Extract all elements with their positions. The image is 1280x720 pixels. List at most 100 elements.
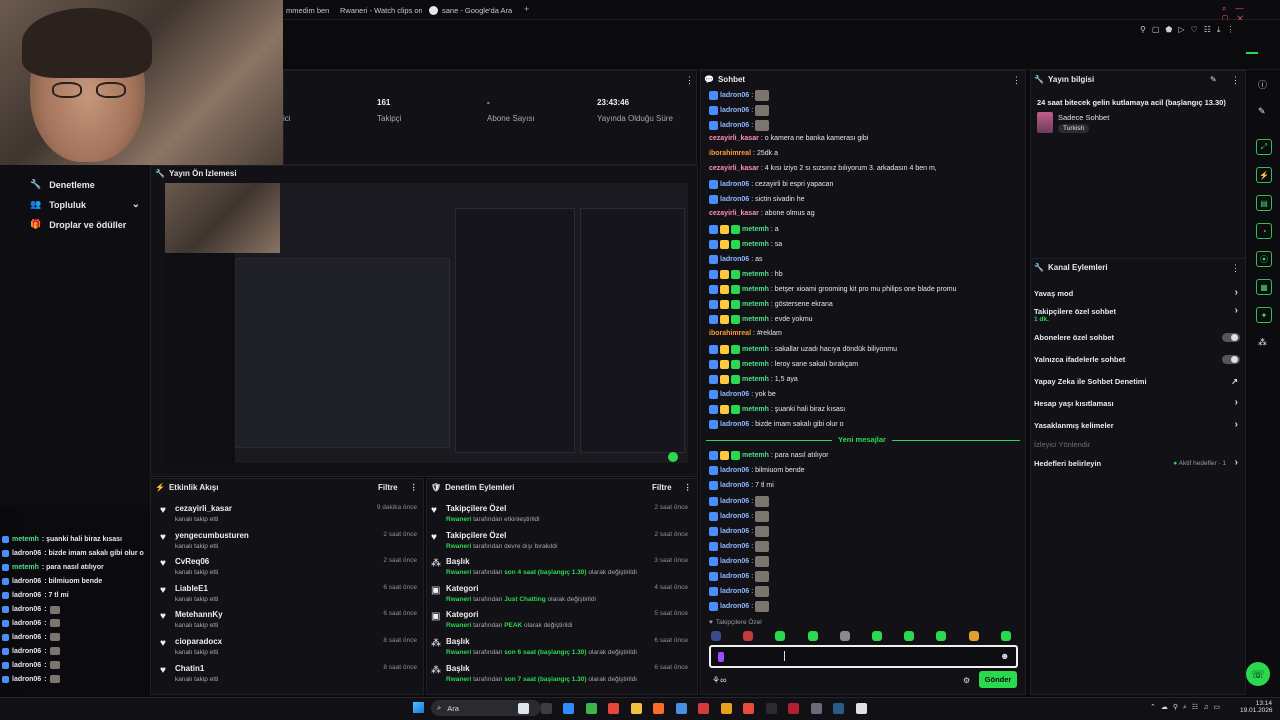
chat-message[interactable]: metemh: evde yokmu <box>709 315 813 324</box>
emote-picker-icon[interactable] <box>968 631 979 641</box>
steam-icon[interactable] <box>833 703 844 714</box>
stats-menu-icon[interactable]: ⋮ <box>685 75 694 86</box>
file-icon[interactable]: ▤ <box>1256 195 1272 211</box>
emote-picker-icon[interactable] <box>1000 631 1011 641</box>
chat-username[interactable]: ladron06 <box>720 467 749 474</box>
chat-message[interactable]: metemh:1,5 aya <box>709 375 798 384</box>
chat-username[interactable]: ladron06 <box>720 256 749 263</box>
chat-username[interactable]: ladron06 <box>720 421 749 428</box>
opera-icon[interactable] <box>788 703 799 714</box>
activity-row[interactable]: ♥ yengecumbusturen kanalı takip etti 2 saat… <box>160 531 422 557</box>
chat-username[interactable]: ladron06 <box>720 603 749 610</box>
chat-username[interactable]: metemh <box>742 406 769 413</box>
info-menu-icon[interactable]: ⋮ <box>1231 75 1240 86</box>
wrench-icon[interactable]: ✦ <box>1256 307 1272 323</box>
expand-icon[interactable]: ⤢ <box>1256 139 1272 155</box>
app-icon[interactable] <box>698 703 709 714</box>
emote-picker-icon[interactable] <box>711 631 721 641</box>
microphone-icon[interactable] <box>718 652 724 662</box>
chat-username[interactable]: metemh <box>742 316 769 323</box>
chat-username[interactable]: metemh <box>742 452 769 459</box>
chat-message[interactable]: cezayirli_kasar:4 kısı iziyo 2 sı sızsın… <box>709 165 937 172</box>
chat-message[interactable]: metemh: sa <box>709 240 782 249</box>
chat-message[interactable]: metemh: betşer xioami grooming kit pro mu… <box>709 285 957 294</box>
browser-toolbar-icons[interactable]: ⚲▢⬟▷♡☷⤓⋮ <box>1140 25 1240 35</box>
chat-message[interactable]: cezayirli_kasar: abone olmus ag <box>709 210 815 217</box>
channel-action-row[interactable]: Yapay Zeka ile Sohbet Denetimi ↗ <box>1034 377 1242 391</box>
chat-message[interactable]: metemh: sakallar uzadı hacıya döndük bili… <box>709 345 897 354</box>
mod-filter-button[interactable]: Filtre ⋮ <box>652 483 692 492</box>
system-tray[interactable]: ⌃☁⚲⌕☷♫▭ <box>1150 703 1225 712</box>
chrome-icon[interactable] <box>585 703 597 714</box>
chat-username[interactable]: ladron06 <box>720 196 749 203</box>
mod-action-row[interactable]: ⁂ Başlık Rwaneri tarafından son 6 saat (ba… <box>431 637 693 663</box>
chat-message[interactable]: cezayirli_kasar: o kamera ne banka kamera… <box>709 135 868 142</box>
browser-tab[interactable]: sane - Google'da Ara <box>429 3 519 17</box>
chat-message[interactable]: ladron06: <box>709 601 770 612</box>
mod-action-row[interactable]: ⁂ Başlık Rwaneri tarafından son 7 saat (ba… <box>431 664 693 690</box>
chat-username[interactable]: metemh <box>742 271 769 278</box>
chat-username[interactable]: metemh <box>742 226 769 233</box>
app-icon[interactable] <box>608 703 619 714</box>
app-icon[interactable] <box>675 703 687 714</box>
edge-icon[interactable] <box>563 703 574 714</box>
chat-username[interactable]: iborahimreal <box>709 150 751 157</box>
chat-username[interactable]: ladron06 <box>720 588 749 595</box>
emote-picker-icon[interactable] <box>872 631 882 641</box>
stream-preview-video[interactable] <box>165 183 688 475</box>
channel-action-row[interactable]: Hesap yaşı kısıtlaması › <box>1034 397 1242 413</box>
chat-message[interactable]: metemh: göstersene ekrana <box>709 300 833 309</box>
chat-message[interactable]: iborahimreal: #reklam <box>709 330 782 337</box>
chat-username[interactable]: metemh <box>742 361 769 368</box>
chat-message[interactable]: metemh: leroy sane sakalı bırakçam <box>709 360 858 369</box>
chat-message[interactable]: ladron06: <box>709 586 770 597</box>
chat-message[interactable]: metemh: hb <box>709 270 783 279</box>
emote-picker-icon[interactable] <box>807 631 818 641</box>
chat-message[interactable]: ladron06: yok be <box>709 390 776 399</box>
bolt-icon[interactable]: ⚡ <box>1256 167 1272 183</box>
chat-username[interactable]: ladron06 <box>720 181 749 188</box>
chat-username[interactable]: ladron06 <box>720 107 749 114</box>
chat-bubble-icon[interactable]: ◔ <box>1256 223 1272 239</box>
app-icon[interactable] <box>653 703 664 714</box>
mod-action-row[interactable]: ▣ Kategori Rwaneri tarafından Just Chattin… <box>431 584 693 610</box>
chat-message[interactable]: ladron06: <box>709 90 770 101</box>
chat-username[interactable]: cezayirli_kasar <box>709 135 759 142</box>
mod-action-row[interactable]: ♥ Takipçilere Özel Rwaneri tarafından devr… <box>431 531 693 557</box>
toggle-switch[interactable] <box>1222 355 1240 364</box>
explorer-icon[interactable] <box>630 703 642 714</box>
chat-message[interactable]: metemh: şuanki hali biraz kısası <box>709 405 845 414</box>
chat-username[interactable]: ladron06 <box>720 573 749 580</box>
support-chat-icon[interactable]: ☏ <box>1246 662 1270 686</box>
chat-message[interactable]: ladron06: <box>709 571 770 582</box>
emote-picker-icon[interactable] <box>936 631 947 641</box>
pencil-icon[interactable]: ✎ <box>1258 106 1266 117</box>
activity-row[interactable]: ♥ LiableE1 kanalı takip etti 6 saat önce <box>160 584 422 610</box>
chat-username[interactable]: metemh <box>742 286 769 293</box>
activity-row[interactable]: ♥ cezayirli_kasar kanalı takip etti 9 dakik… <box>160 504 422 530</box>
activity-row[interactable]: ♥ cioparadocx kanalı takip etti 8 saat önce <box>160 637 422 663</box>
mod-action-row[interactable]: ♥ Takipçilere Özel Rwaneri tarafından etki… <box>431 504 693 530</box>
chat-username[interactable]: metemh <box>742 346 769 353</box>
app-icon[interactable] <box>765 703 777 714</box>
users-icon[interactable]: ⁂ <box>1258 337 1267 348</box>
nav-item-moderation[interactable]: 🔧 Denetleme <box>30 179 95 190</box>
chat-settings-icon[interactable]: ⚙ <box>963 676 970 685</box>
chat-message[interactable]: ladron06: <box>709 120 770 131</box>
chat-username[interactable]: metemh <box>742 301 769 308</box>
chat-message[interactable]: ladron06: sictin sivadin he <box>709 195 805 204</box>
chat-message[interactable]: metemh: para nasıl atılıyor <box>709 451 829 460</box>
emote-picker-icon[interactable] <box>743 631 754 641</box>
chat-message[interactable]: ladron06: <box>709 526 770 537</box>
info-icon[interactable]: ⓘ <box>1258 78 1267 91</box>
chat-username[interactable]: ladron06 <box>720 391 749 398</box>
widgets-icon[interactable] <box>518 703 529 714</box>
chat-message[interactable]: ladron06: bilmiuom bende <box>709 466 805 475</box>
channel-action-row[interactable]: Yavaş mod › <box>1034 287 1242 303</box>
mod-action-row[interactable]: ⁂ Başlık Rwaneri tarafından son 4 saat (ba… <box>431 557 693 583</box>
activity-row[interactable]: ♥ CvReq06 kanalı takip etti 2 saat önce <box>160 557 422 583</box>
chat-message[interactable]: iborahimreal:25dk a <box>709 150 778 157</box>
chat-username[interactable]: cezayirli_kasar <box>709 165 759 172</box>
chat-username[interactable]: ladron06 <box>720 558 749 565</box>
app-icon[interactable] <box>720 703 732 714</box>
